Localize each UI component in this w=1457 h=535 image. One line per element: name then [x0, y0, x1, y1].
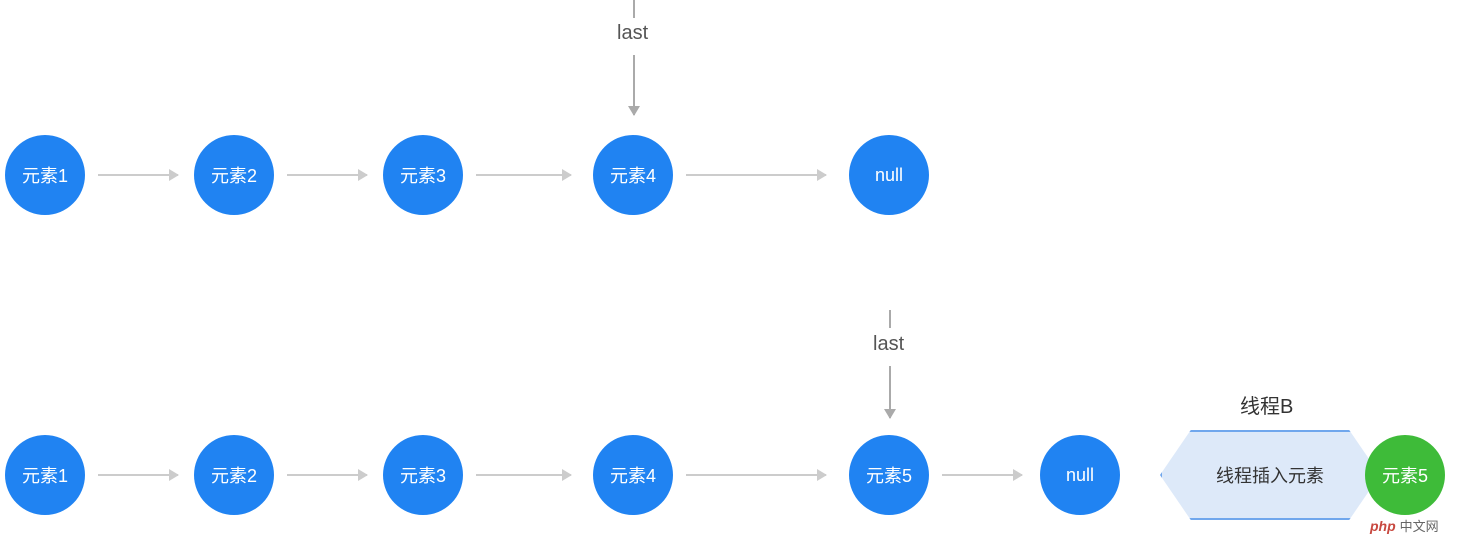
node-text: null [875, 165, 903, 186]
thread-b-action-text: 线程插入元素 [1216, 462, 1324, 488]
node-text: null [1066, 465, 1094, 486]
arrow-row2-4-5 [686, 474, 826, 476]
last-label-row2: last [873, 333, 904, 356]
arrow-row1-1-2 [98, 174, 178, 176]
node-text: 元素5 [1382, 462, 1428, 488]
node-row2-4: 元素4 [593, 435, 673, 515]
node-row1-3: 元素3 [383, 135, 463, 215]
node-row2-null: null [1040, 435, 1120, 515]
arrow-row2-5-null [942, 474, 1022, 476]
node-row1-1: 元素1 [5, 135, 85, 215]
thread-b-title: 线程B [1240, 390, 1293, 419]
node-row2-1: 元素1 [5, 435, 85, 515]
pointer-arrow-down-row1 [633, 55, 635, 115]
arrow-row2-2-3 [287, 474, 367, 476]
node-text: 元素2 [211, 462, 257, 488]
thread-b-action-hexagon: 线程插入元素 [1160, 430, 1380, 520]
arrow-row1-4-null [686, 174, 826, 176]
arrow-row1-3-4 [476, 174, 571, 176]
node-row1-null: null [849, 135, 929, 215]
arrow-row1-2-3 [287, 174, 367, 176]
pointer-arrow-down-row2 [889, 366, 891, 418]
node-row1-2: 元素2 [194, 135, 274, 215]
watermark-logo: php [1370, 518, 1396, 534]
node-text: 元素5 [866, 462, 912, 488]
node-row2-2: 元素2 [194, 435, 274, 515]
node-text: 元素1 [22, 462, 68, 488]
node-text: 元素3 [400, 462, 446, 488]
watermark-text: 中文网 [1400, 516, 1439, 535]
node-row1-4: 元素4 [593, 135, 673, 215]
thread-b-node: 元素5 [1365, 435, 1445, 515]
node-text: 元素3 [400, 162, 446, 188]
pointer-line-top-row2 [889, 310, 891, 328]
arrow-row2-1-2 [98, 474, 178, 476]
node-row2-5: 元素5 [849, 435, 929, 515]
last-label-row1: last [617, 22, 648, 45]
arrow-row2-3-4 [476, 474, 571, 476]
node-text: 元素4 [610, 462, 656, 488]
watermark: php 中文网 [1370, 516, 1439, 535]
node-row2-3: 元素3 [383, 435, 463, 515]
node-text: 元素1 [22, 162, 68, 188]
node-text: 元素2 [211, 162, 257, 188]
node-text: 元素4 [610, 162, 656, 188]
pointer-line-top-row1 [633, 0, 635, 18]
